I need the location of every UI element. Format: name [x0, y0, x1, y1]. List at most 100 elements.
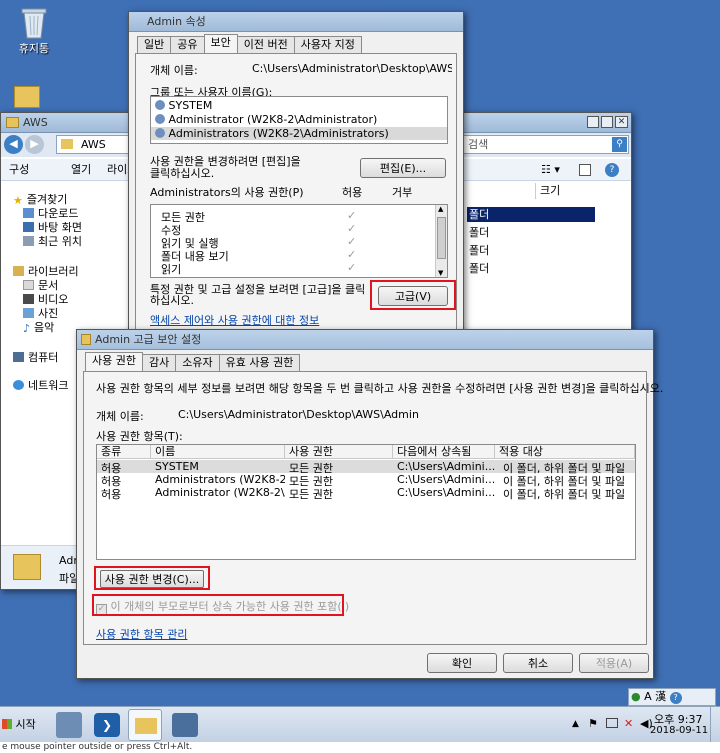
flag-icon[interactable]: ⚑: [588, 717, 598, 730]
edit-button[interactable]: 편집(E)...: [360, 158, 446, 178]
ime-mode-hanja[interactable]: 漢: [655, 690, 666, 703]
user-icon: [155, 114, 165, 124]
users-listbox[interactable]: SYSTEM Administrator (W2K8-2\Administrat…: [150, 96, 448, 144]
search-input[interactable]: 검색 ⚲: [463, 135, 629, 154]
scroll-thumb[interactable]: [437, 217, 446, 259]
user-name: SYSTEM: [168, 99, 213, 112]
permissions-for-label: Administrators의 사용 권한(P): [150, 186, 304, 199]
deny-header: 거부: [392, 186, 413, 199]
help-icon[interactable]: ?: [605, 163, 619, 177]
list-item[interactable]: 폴더: [467, 225, 595, 240]
manage-entries-link[interactable]: 사용 권한 항목 관리: [96, 626, 187, 642]
explorer-taskbar-icon[interactable]: [128, 709, 162, 741]
recycle-bin-icon: [21, 8, 47, 39]
forward-button-icon[interactable]: ▶: [25, 135, 44, 154]
close-icon[interactable]: ✕: [615, 116, 628, 128]
tab-previous-versions[interactable]: 이전 버전: [236, 36, 295, 53]
column-header-permission[interactable]: 사용 권한: [285, 445, 393, 459]
column-header-apply-to[interactable]: 적용 대상: [495, 445, 635, 459]
start-button[interactable]: 시작: [2, 713, 42, 737]
column-header-inherited-from[interactable]: 다음에서 상속됨: [393, 445, 495, 459]
nav-network[interactable]: 네트워크: [13, 377, 68, 393]
pictures-icon: [23, 308, 34, 318]
user-icon: [155, 128, 165, 138]
back-button-icon[interactable]: ◀: [4, 135, 23, 154]
properties-titlebar[interactable]: Admin 속성: [129, 12, 463, 32]
display-icon[interactable]: [606, 718, 618, 728]
advanced-security-dialog[interactable]: Admin 고급 보안 설정 사용 권한 감사 소유자 유효 사용 권한 사용 …: [76, 329, 663, 679]
cell-permission: 모든 권한: [289, 488, 333, 501]
show-desktop-button[interactable]: [710, 707, 720, 743]
tab-owner[interactable]: 소유자: [175, 354, 220, 371]
allow-check-icon: ✓: [347, 209, 357, 222]
column-header-type[interactable]: 종류: [97, 445, 151, 459]
table-row[interactable]: 허용 Administrator (W2K8-2\Ad... 모든 권한 C:\…: [97, 486, 635, 501]
list-item[interactable]: Administrators (W2K8-2\Administrators): [151, 127, 447, 140]
nav-computer[interactable]: 컴퓨터: [13, 349, 58, 365]
access-control-link[interactable]: 액세스 제어와 사용 권한에 대한 정보: [150, 312, 319, 328]
powershell-icon[interactable]: ❯: [94, 713, 120, 737]
navigation-pane: ★ 즐겨찾기 다운로드 바탕 화면 최근 위치 라이브러리 문서 비디오 사진 ♪…: [1, 183, 82, 543]
nav-recent[interactable]: 최근 위치: [23, 233, 82, 249]
list-item[interactable]: 폴더: [467, 243, 595, 258]
object-name-label: 개체 이름:: [96, 410, 144, 423]
server-manager-icon[interactable]: [56, 712, 82, 738]
tab-permissions[interactable]: 사용 권한: [85, 352, 143, 371]
open-button[interactable]: 열기: [71, 159, 91, 181]
tab-auditing[interactable]: 감사: [141, 354, 177, 371]
help-icon[interactable]: ?: [669, 692, 682, 704]
security-panel: 개체 이름: C:\Users\Administrator\Desktop\AW…: [135, 53, 457, 335]
scroll-up-icon[interactable]: ▲: [438, 205, 443, 213]
description-text: 사용 권한 항목의 세부 정보를 보려면 해당 항목을 두 번 클릭하고 사용 …: [96, 382, 664, 395]
object-name-label: 개체 이름:: [150, 64, 198, 77]
music-icon: ♪: [23, 322, 31, 335]
tab-general[interactable]: 일반: [137, 36, 172, 53]
tab-effective-permissions[interactable]: 유효 사용 권한: [218, 354, 301, 371]
organize-button[interactable]: 구성: [9, 159, 29, 181]
tab-sharing[interactable]: 공유: [170, 36, 205, 53]
maximize-icon[interactable]: [601, 116, 613, 128]
language-icon: ●: [631, 690, 641, 703]
scroll-down-icon[interactable]: ▼: [438, 269, 443, 277]
language-bar[interactable]: ● A 漢 ?: [628, 688, 716, 706]
cancel-button[interactable]: 취소: [503, 653, 573, 673]
table-row[interactable]: 허용 Administrators (W2K8-2\A... 모든 권한 C:\…: [97, 473, 635, 488]
permission-entries-table[interactable]: 종류 이름 사용 권한 다음에서 상속됨 적용 대상 허용 SYSTEM 모든 …: [96, 444, 636, 560]
downloads-icon: [23, 208, 34, 218]
tray-expand-icon[interactable]: ▲: [572, 719, 579, 729]
properties-title: Admin 속성: [147, 15, 206, 28]
network-tool-icon[interactable]: [172, 713, 198, 737]
advanced-titlebar[interactable]: Admin 고급 보안 설정: [77, 330, 653, 350]
column-header-name[interactable]: 이름: [151, 445, 285, 459]
ok-button[interactable]: 확인: [427, 653, 497, 673]
library-icon: [13, 266, 24, 276]
minimize-icon[interactable]: [587, 116, 599, 128]
list-item[interactable]: 폴더: [467, 261, 595, 276]
recycle-bin[interactable]: 휴지통: [4, 6, 64, 56]
nav-music[interactable]: ♪ 음악: [23, 319, 54, 335]
column-header-size[interactable]: 크기: [535, 183, 599, 199]
permissions-scrollbar[interactable]: ▲ ▼: [435, 205, 447, 277]
list-item[interactable]: Administrator (W2K8-2\Administrator): [151, 113, 447, 126]
properties-dialog[interactable]: Admin 속성 일반 공유 보안 이전 버전 사용자 지정 개체 이름: C:…: [128, 11, 464, 337]
folder-desktop-icon[interactable]: [14, 86, 40, 108]
allow-check-icon: ✓: [347, 235, 357, 248]
videos-icon: [23, 294, 34, 304]
ime-mode-a[interactable]: A: [644, 690, 652, 703]
start-label: 시작: [15, 718, 36, 731]
search-icon[interactable]: ⚲: [612, 137, 627, 152]
address-folder-icon: [61, 139, 73, 149]
permissions-listbox[interactable]: 모든 권한 ✓ 수정 ✓ 읽기 및 실행 ✓ 폴더 내용 보기 ✓ 읽기 ✓ ▲ ▼: [150, 204, 448, 278]
tab-customize[interactable]: 사용자 지정: [293, 36, 362, 53]
network-tray-icon[interactable]: ✕: [624, 717, 633, 730]
clock-date[interactable]: 2018-09-11: [650, 725, 708, 736]
list-item[interactable]: SYSTEM: [151, 99, 447, 112]
properties-tabs: 일반 공유 보안 이전 버전 사용자 지정: [137, 34, 362, 53]
list-item[interactable]: 폴더: [467, 207, 595, 222]
change-text: 사용 권한을 변경하려면 [편집]을 클릭하십시오.: [150, 155, 301, 180]
tab-security[interactable]: 보안: [203, 34, 238, 53]
preview-pane-icon[interactable]: [579, 164, 591, 176]
table-row[interactable]: 허용 SYSTEM 모든 권한 C:\Users\Admini... 이 폴더,…: [97, 460, 635, 475]
view-options-icon[interactable]: ☷ ▾: [541, 159, 560, 181]
address-path: AWS: [81, 138, 106, 151]
